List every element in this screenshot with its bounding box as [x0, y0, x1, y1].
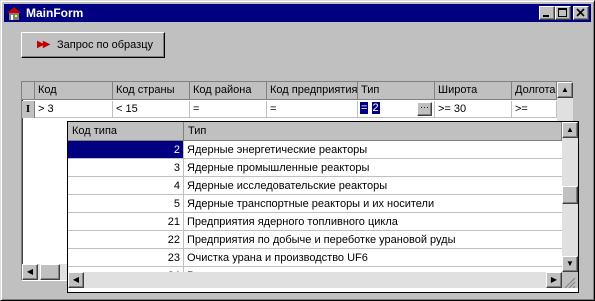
lookup-column-header-type[interactable]: Тип: [184, 122, 562, 141]
scroll-left-arrow-icon[interactable]: ◀: [22, 264, 38, 280]
lookup-row[interactable]: 3 Ядерные промышленные реакторы: [68, 159, 562, 177]
lookup-vertical-scrollbar[interactable]: ▲ ▼: [562, 122, 578, 272]
main-window: MainForm ▶▶ Запрос по образцу Код Код ст…: [0, 0, 595, 301]
lookup-type: Ядерные промышленные реакторы: [184, 159, 562, 177]
lookup-code: 2: [68, 141, 184, 159]
type-lookup-dropdown[interactable]: Код типа Тип 2 Ядерные энергетические реа…: [67, 121, 579, 293]
scroll-right-arrow-icon[interactable]: ▶: [546, 272, 562, 288]
title-bar[interactable]: MainForm: [4, 4, 591, 22]
lookup-row[interactable]: 2 Ядерные энергетические реакторы: [68, 141, 562, 159]
row-edit-indicator: I: [22, 101, 35, 118]
lookup-horizontal-scrollbar[interactable]: ◀ ▶: [68, 272, 562, 288]
app-icon[interactable]: [6, 5, 22, 21]
scroll-thumb[interactable]: [562, 186, 578, 204]
cell-code[interactable]: > 3: [35, 101, 113, 118]
column-header-region-code[interactable]: Код района: [190, 82, 267, 100]
column-header-code[interactable]: Код: [35, 82, 113, 100]
lookup-row[interactable]: 5 Ядерные транспортные реакторы и их носи…: [68, 195, 562, 213]
maximize-button[interactable]: [555, 6, 571, 20]
cell-country-code[interactable]: < 15: [113, 101, 190, 118]
lookup-row[interactable]: 4 Ядерные исследовательские реакторы: [68, 177, 562, 195]
lookup-type: Предприятия по добыче и переботке уранов…: [184, 231, 562, 249]
cell-region-code[interactable]: =: [190, 101, 267, 118]
scroll-up-arrow-icon[interactable]: ▲: [562, 122, 578, 138]
minimize-icon: [543, 15, 549, 17]
close-button[interactable]: [573, 6, 589, 20]
lookup-type: Ядерные исследовательские реакторы: [184, 177, 562, 195]
ellipsis-button[interactable]: ···: [417, 102, 432, 116]
resize-grip-icon[interactable]: [562, 275, 578, 291]
type-operator: =: [360, 102, 369, 114]
lookup-row[interactable]: 23 Очистка урана и производство UF6: [68, 249, 562, 267]
lookup-row[interactable]: 22 Предприятия по добыче и переботке уран…: [68, 231, 562, 249]
lookup-type: Предприятия ядерного топливного цикла: [184, 213, 562, 231]
lookup-code: 23: [68, 249, 184, 267]
scroll-up-arrow-icon[interactable]: ▲: [557, 82, 573, 98]
query-button-label: Запрос по образцу: [57, 39, 154, 51]
lookup-row[interactable]: 21 Предприятия ядерного топливного цикла: [68, 213, 562, 231]
column-header-longitude[interactable]: Долгота: [512, 82, 557, 100]
scroll-thumb[interactable]: [40, 264, 60, 280]
column-header-latitude[interactable]: Широта: [435, 82, 512, 100]
fast-forward-icon: ▶▶: [37, 39, 50, 50]
lookup-code: 21: [68, 213, 184, 231]
lookup-code: 3: [68, 159, 184, 177]
maximize-icon: [558, 8, 567, 17]
lookup-type: Ядерные транспортные реакторы и их носит…: [184, 195, 562, 213]
lookup-code: 22: [68, 231, 184, 249]
cell-longitude[interactable]: >=: [512, 101, 557, 118]
window-title: MainForm: [26, 6, 84, 20]
cell-latitude[interactable]: >= 30: [435, 101, 512, 118]
column-header-country-code[interactable]: Код страны: [113, 82, 190, 100]
query-by-example-button[interactable]: ▶▶ Запрос по образцу: [21, 32, 165, 58]
column-header-enterprise-code[interactable]: Код предприятия: [267, 82, 358, 100]
type-value-input[interactable]: 2: [371, 102, 380, 114]
lookup-code: 5: [68, 195, 184, 213]
lookup-code: 4: [68, 177, 184, 195]
close-icon: [576, 8, 585, 17]
lookup-type: Ядерные энергетические реакторы: [184, 141, 562, 159]
minimize-button[interactable]: [539, 6, 555, 20]
cell-enterprise-code[interactable]: =: [267, 101, 358, 118]
scroll-left-arrow-icon[interactable]: ◀: [68, 272, 84, 288]
scroll-down-arrow-icon[interactable]: ▼: [562, 256, 578, 272]
column-header-type[interactable]: Тип: [358, 82, 435, 100]
cell-type-editor[interactable]: = 2 ···: [358, 101, 435, 118]
lookup-column-header-type-code[interactable]: Код типа: [68, 122, 184, 141]
lookup-type: Очистка урана и производство UF6: [184, 249, 562, 267]
grid-corner-header: [22, 82, 35, 100]
